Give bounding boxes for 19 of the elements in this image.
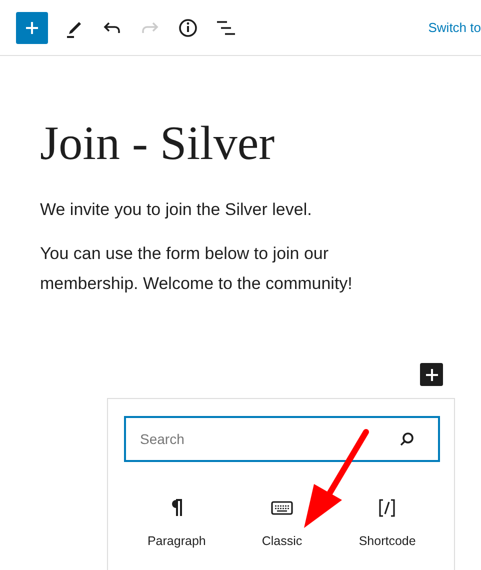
- keyboard-icon: [270, 498, 293, 518]
- paragraph-text: You can use the form below to join our membership. Welcome to the community!: [40, 242, 354, 295]
- plus-icon: [24, 20, 40, 36]
- block-option[interactable]: Paragraph: [124, 498, 230, 558]
- block-option[interactable]: Shortcode: [334, 498, 440, 558]
- search-field[interactable]: Search: [124, 416, 440, 462]
- pilcrow-icon: [170, 498, 184, 518]
- list-view-icon: [216, 18, 236, 36]
- post-title: Join - Silver: [40, 118, 276, 171]
- search-icon: [398, 430, 416, 448]
- add-block-button[interactable]: [420, 363, 443, 386]
- undo-icon: [102, 20, 122, 36]
- block-option[interactable]: Classic: [229, 498, 335, 558]
- shortcode-icon: [377, 498, 398, 518]
- switch-link[interactable]: Switch to: [428, 20, 481, 35]
- plus-icon: [424, 368, 438, 382]
- paragraph-text: We invite you to join the Silver level.: [40, 198, 313, 221]
- info-icon: [178, 18, 198, 38]
- redo-icon: [140, 20, 160, 36]
